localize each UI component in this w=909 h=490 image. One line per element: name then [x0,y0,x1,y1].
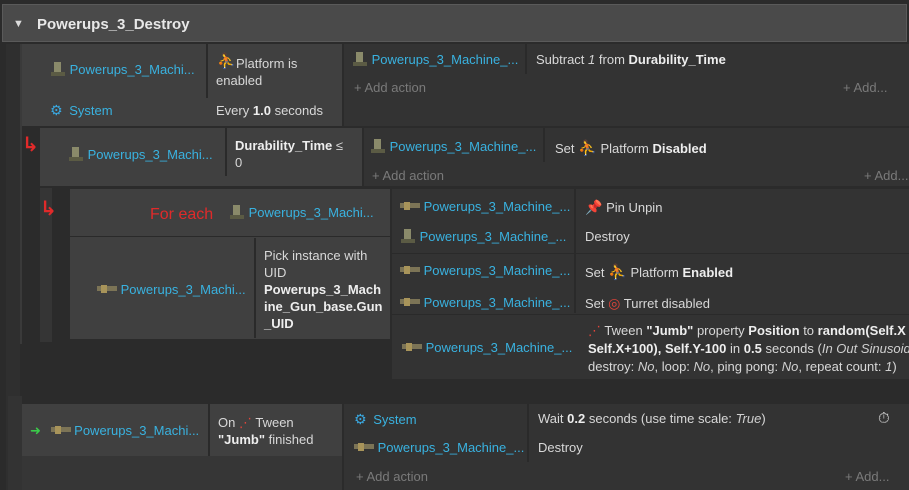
object-name[interactable]: Powerups_3_Machi... [74,423,199,438]
action-text: Set ◎ Turret disabled [585,295,710,311]
machine-gun-icon [370,139,386,153]
tween-action-line1: ⋰ Tween "Jumb" property Position to rand… [588,323,906,338]
divider [525,44,527,74]
action-text: Destroy [538,440,583,455]
divider [574,189,576,313]
divider [70,236,390,237]
gear-icon: ⚙ [354,411,367,427]
gun-icon [400,298,420,306]
add-action-link[interactable]: + Add action [372,168,444,183]
machine-gun-icon [400,229,416,243]
condition-text: Durability_Time ≤ [235,138,344,153]
pin-icon: 📌 [585,199,603,215]
divider [225,128,227,176]
machine-gun-icon [50,62,66,76]
sub-event-arrow-icon: ↳ [22,134,39,156]
condition-text: Platform is enabled [216,56,298,88]
collapse-caret-icon[interactable]: ▼ [13,18,24,30]
action-row[interactable]: Powerups_3_Machine_... [370,139,536,154]
condition-text: Pick instance with UID [264,248,368,280]
tween-action-line3: destroy: No, loop: No, ping pong: No, re… [588,359,897,374]
machine-gun-icon [68,147,84,161]
object-name[interactable]: System [69,103,112,118]
action-row[interactable]: Powerups_3_Machine_... [400,229,566,244]
object-name[interactable]: Powerups_3_Machine_... [424,199,571,214]
condition-row[interactable]: Powerups_3_Machi... [229,205,374,220]
action-row[interactable]: Powerups_3_Machine_... [352,52,518,67]
action-row[interactable]: Powerups_3_Machine_... [400,263,570,278]
divider [206,44,208,98]
divider [543,128,545,162]
action-text: 📌 Pin Unpin [585,199,663,215]
action-text: Wait 0.2 seconds (use time scale: True) [538,411,766,426]
tween-icon: ⋰ [588,323,601,338]
condition-text: "Jumb" finished [218,432,314,447]
gun-icon [97,285,117,293]
object-name[interactable]: Powerups_3_Machine_... [420,229,567,244]
action-row[interactable]: Powerups_3_Machine_... [400,295,570,310]
event4-conditions-lower [22,456,342,490]
platform-icon: ⛹ [608,264,627,281]
condition-row[interactable]: Powerups_3_Machi... [50,62,195,77]
turret-icon: ◎ [608,295,621,311]
event2-actions[interactable] [364,128,909,186]
object-name[interactable]: Powerups_3_Machi... [249,205,374,220]
timer-icon: ⏱ [878,410,890,427]
object-name[interactable]: System [373,412,416,427]
action-text: Destroy [585,229,630,244]
group-title: Powerups_3_Destroy [37,16,190,33]
divider [392,314,909,315]
condition-row[interactable]: Powerups_3_Machi... [97,282,246,297]
gun-icon [400,202,420,210]
condition-text: Every 1.0 seconds [216,103,323,118]
sub-event-arrow-icon: ↳ [40,198,57,220]
action-text: Set ⛹ Platform Enabled [585,264,734,281]
add-more-link[interactable]: + Add... [843,80,887,95]
add-more-link[interactable]: + Add... [864,168,908,183]
divider [208,404,210,456]
gun-icon [400,266,420,274]
tween-icon: ⋰ [238,415,252,430]
gear-icon: ⚙ [50,102,63,118]
condition-row[interactable]: Powerups_3_Machi... [68,147,213,162]
condition-row[interactable]: ⚙ System [50,102,113,119]
action-row[interactable]: Powerups_3_Machine_... [402,340,572,355]
object-name[interactable]: Powerups_3_Machi... [88,147,213,162]
object-name[interactable]: Powerups_3_Machine_... [390,139,537,154]
add-action-link[interactable]: + Add action [356,469,428,484]
action-row[interactable]: ⚙ System [354,411,417,428]
condition-row[interactable]: ➜ Powerups_3_Machi... [30,423,199,439]
machine-gun-icon [352,52,368,66]
object-name[interactable]: Powerups_3_Machine_... [426,340,573,355]
object-name[interactable]: Powerups_3_Machine_... [424,295,571,310]
divider [527,404,529,462]
trigger-arrow-icon: ➜ [30,423,41,438]
action-text: Set ⛹ Platform Disabled [555,140,707,157]
object-name[interactable]: Powerups_3_Machine_... [378,440,525,455]
gun-icon [50,426,71,434]
platform-icon: ⛹ [578,140,597,157]
gun-icon [354,443,374,451]
divider [254,238,256,338]
group-header[interactable]: ▼ Powerups_3_Destroy [2,4,907,42]
gun-icon [402,343,422,351]
object-name[interactable]: Powerups_3_Machine_... [372,52,519,67]
divider [392,253,909,254]
object-name[interactable]: Powerups_3_Machi... [121,282,246,297]
condition-value: 0 [235,155,243,170]
tween-action-line2: Self.X+100), Self.Y-100 in 0.5 seconds (… [588,341,909,356]
object-name[interactable]: Powerups_3_Machi... [70,62,195,77]
add-action-link[interactable]: + Add action [354,80,426,95]
for-each-label: For each [150,206,214,223]
indent-rail [8,396,22,490]
condition-text: On ⋰ Tween [218,415,294,430]
machine-gun-icon [229,205,245,219]
condition-expression: Powerups_3_Machine_Gun_base.Gun_UID [264,282,383,331]
action-row[interactable]: Powerups_3_Machine_... [400,199,570,214]
action-row[interactable]: Powerups_3_Machine_... [354,440,524,455]
add-more-link[interactable]: + Add... [845,469,889,484]
action-text: Subtract 1 from Durability_Time [536,52,726,67]
object-name[interactable]: Powerups_3_Machine_... [424,263,571,278]
